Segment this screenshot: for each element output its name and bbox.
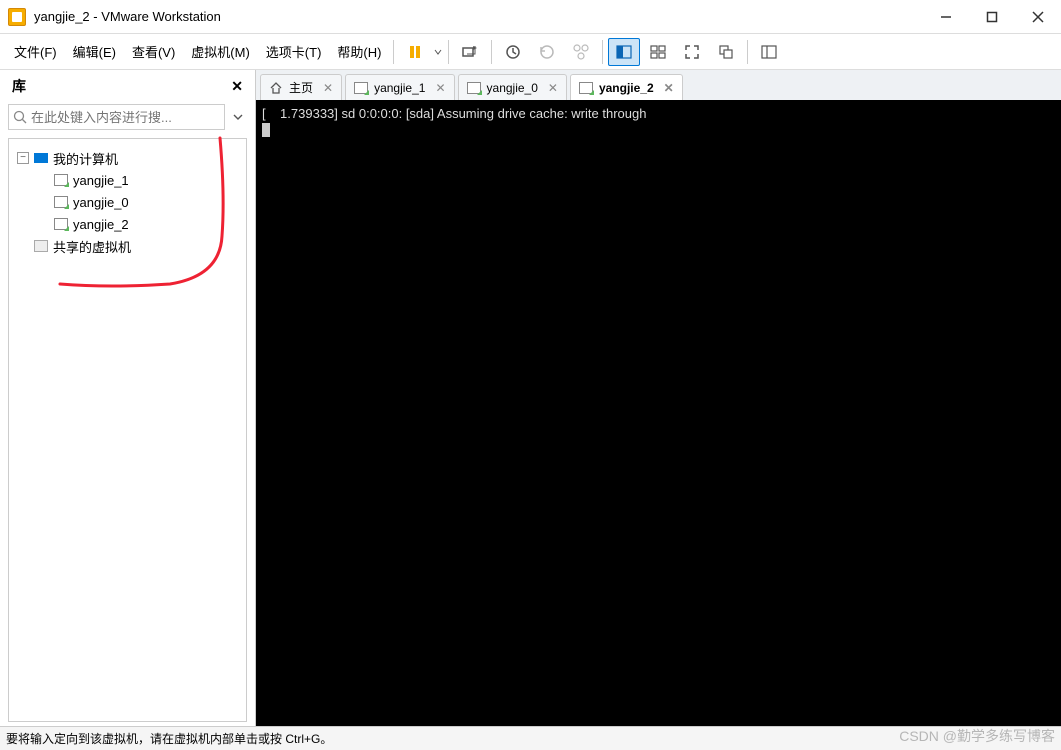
vm-icon — [53, 216, 69, 232]
home-icon — [269, 81, 283, 95]
separator — [448, 40, 449, 64]
tab-yangjie-1[interactable]: yangjie_1 ✕ — [345, 74, 454, 100]
tab-yangjie-0[interactable]: yangjie_0 ✕ — [458, 74, 567, 100]
separator — [491, 40, 492, 64]
library-close-icon[interactable]: ✕ — [231, 78, 243, 95]
cursor-icon — [262, 123, 270, 137]
fullscreen-icon[interactable] — [676, 38, 708, 66]
tab-close-icon[interactable]: ✕ — [323, 81, 333, 95]
status-message: 要将输入定向到该虚拟机，请在虚拟机内部单击或按 Ctrl+G。 — [6, 730, 1055, 747]
tab-label: yangjie_0 — [487, 81, 538, 95]
maximize-button[interactable] — [969, 2, 1015, 32]
search-icon — [13, 110, 27, 124]
send-ctrl-alt-del-icon[interactable] — [454, 38, 486, 66]
tab-label: yangjie_1 — [374, 81, 425, 95]
thumbnail-view-icon[interactable] — [642, 38, 674, 66]
tab-yangjie-2[interactable]: yangjie_2 ✕ — [570, 74, 683, 100]
tab-label: 主页 — [289, 79, 313, 96]
snapshot-revert-icon[interactable] — [531, 38, 563, 66]
minimize-button[interactable] — [923, 2, 969, 32]
tree-node-vm-0[interactable]: yangjie_0 — [13, 191, 242, 213]
tabs: 主页 ✕ yangjie_1 ✕ yangjie_0 ✕ yangjie_2 ✕ — [256, 70, 1061, 100]
titlebar: yangjie_2 - VMware Workstation — [0, 0, 1061, 34]
vm-icon — [53, 172, 69, 188]
library-header: 库 ✕ — [4, 70, 251, 100]
library-title: 库 — [12, 76, 231, 96]
vm-icon — [354, 81, 368, 95]
tree-label: yangjie_0 — [73, 195, 129, 210]
vm-icon — [467, 81, 481, 95]
search-dropdown-icon[interactable] — [229, 104, 247, 130]
tree-node-shared[interactable]: 共享的虚拟机 — [13, 235, 242, 257]
shared-vm-icon — [33, 238, 49, 254]
menu-edit[interactable]: 编辑(E) — [65, 36, 124, 67]
menubar: 文件(F) 编辑(E) 查看(V) 虚拟机(M) 选项卡(T) 帮助(H) — [0, 34, 1061, 70]
tab-close-icon[interactable]: ✕ — [435, 81, 445, 95]
tree-node-my-computer[interactable]: − 我的计算机 — [13, 147, 242, 169]
tab-close-icon[interactable]: ✕ — [664, 81, 674, 95]
menu-file[interactable]: 文件(F) — [6, 36, 65, 67]
tab-home[interactable]: 主页 ✕ — [260, 74, 342, 100]
separator — [747, 40, 748, 64]
search-box[interactable] — [8, 104, 225, 130]
close-button[interactable] — [1015, 2, 1061, 32]
vm-icon — [579, 81, 593, 95]
separator — [602, 40, 603, 64]
search-input[interactable] — [31, 110, 220, 125]
pause-dropdown[interactable] — [432, 48, 444, 56]
tree-label: yangjie_1 — [73, 173, 129, 188]
tree-node-vm-1[interactable]: yangjie_1 — [13, 169, 242, 191]
library-tree: − 我的计算机 yangjie_1 yangjie_0 yangjie_2 共享… — [8, 138, 247, 722]
tab-label: yangjie_2 — [599, 81, 654, 95]
collapse-icon[interactable]: − — [17, 152, 29, 164]
tab-close-icon[interactable]: ✕ — [548, 81, 558, 95]
unity-view-icon[interactable] — [710, 38, 742, 66]
computer-icon — [33, 150, 49, 166]
window-controls — [923, 2, 1061, 32]
window-title: yangjie_2 - VMware Workstation — [34, 9, 923, 24]
tree-label: yangjie_2 — [73, 217, 129, 232]
console-line: [ 1.739333] sd 0:0:0:0: [sda] Assuming d… — [262, 106, 646, 121]
statusbar: 要将输入定向到该虚拟机，请在虚拟机内部单击或按 Ctrl+G。 — [0, 726, 1061, 750]
main-row: 库 ✕ − 我的计算机 yangjie_1 yangjie_0 — [0, 70, 1061, 726]
menu-view[interactable]: 查看(V) — [124, 36, 183, 67]
library-toggle-icon[interactable] — [753, 38, 785, 66]
pause-button[interactable] — [399, 38, 431, 66]
library-sidebar: 库 ✕ − 我的计算机 yangjie_1 yangjie_0 — [0, 70, 256, 726]
search-row — [4, 100, 251, 134]
menu-tabs[interactable]: 选项卡(T) — [258, 36, 330, 67]
snapshot-take-icon[interactable] — [497, 38, 529, 66]
tree-label: 我的计算机 — [53, 149, 118, 168]
vm-icon — [53, 194, 69, 210]
separator — [393, 40, 394, 64]
snapshot-manage-icon[interactable] — [565, 38, 597, 66]
vm-console[interactable]: [ 1.739333] sd 0:0:0:0: [sda] Assuming d… — [256, 100, 1061, 726]
content-area: 主页 ✕ yangjie_1 ✕ yangjie_0 ✕ yangjie_2 ✕… — [256, 70, 1061, 726]
tree-label: 共享的虚拟机 — [53, 237, 131, 256]
vmware-app-icon — [8, 8, 26, 26]
console-view-icon[interactable] — [608, 38, 640, 66]
tree-node-vm-2[interactable]: yangjie_2 — [13, 213, 242, 235]
menu-help[interactable]: 帮助(H) — [329, 36, 389, 67]
menu-vm[interactable]: 虚拟机(M) — [183, 36, 258, 67]
